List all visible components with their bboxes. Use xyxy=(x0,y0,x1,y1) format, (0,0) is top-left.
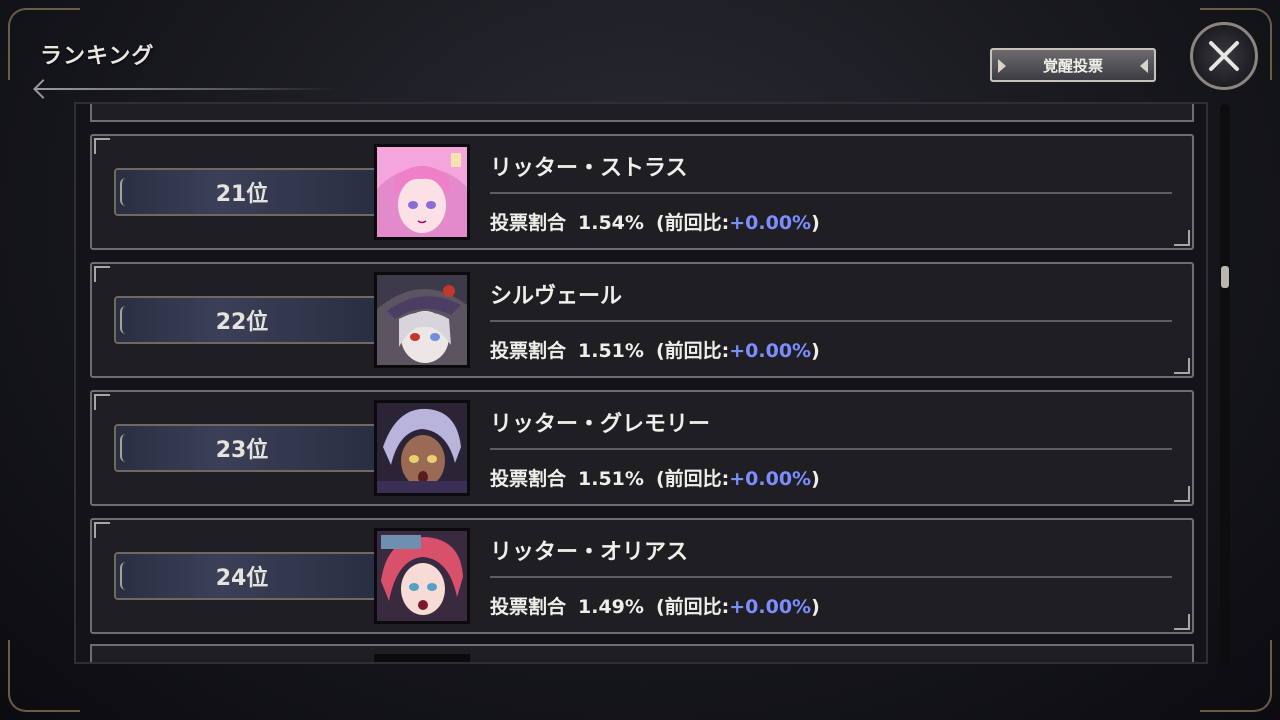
red-hair-avatar xyxy=(374,528,470,624)
row-divider xyxy=(490,320,1172,322)
ranking-row[interactable]: 23位 リッター・グレモリー 投票割合 1.51% (前回比:+0.00%) xyxy=(90,390,1194,506)
vote-percent: 1.51% xyxy=(578,468,644,490)
frame-ornament-bottom-right xyxy=(1200,640,1272,712)
prev-compare-label: (前回比: xyxy=(655,340,730,362)
character-name: リッター・グレモリー xyxy=(490,412,711,437)
vote-delta: +0.00% xyxy=(729,212,812,234)
ranking-list[interactable]: 21位 リッター・ストラス 投票割合 1.54% (前回比:+0.00%) 22位 xyxy=(74,102,1208,664)
vote-percent: 1.49% xyxy=(578,596,644,618)
character-name: シルヴェール xyxy=(490,284,623,309)
close-paren: ) xyxy=(811,468,820,490)
vote-share-label: 投票割合 xyxy=(490,468,567,490)
rank-label: 21位 xyxy=(215,182,269,207)
vote-delta: +0.00% xyxy=(729,468,812,490)
list-item-partial-bottom xyxy=(90,644,1194,662)
character-name: リッター・オリアス xyxy=(490,540,689,565)
vote-delta: +0.00% xyxy=(729,340,812,362)
row-divider xyxy=(490,192,1172,194)
title-underline xyxy=(36,88,336,90)
ranking-row[interactable]: 22位 シルヴェール 投票割合 1.51% (前回比:+0.00%) xyxy=(90,262,1194,378)
rank-label: 24位 xyxy=(215,566,269,591)
close-paren: ) xyxy=(811,596,820,618)
vote-stats: 投票割合 1.54% (前回比:+0.00%) xyxy=(490,208,820,235)
pink-hair-avatar xyxy=(374,144,470,240)
scrollbar-track[interactable] xyxy=(1220,104,1230,666)
close-paren: ) xyxy=(811,340,820,362)
rank-badge: 24位 xyxy=(114,552,376,600)
rank-badge: 23位 xyxy=(114,424,376,472)
vote-stats: 投票割合 1.49% (前回比:+0.00%) xyxy=(490,592,820,619)
row-divider xyxy=(490,576,1172,578)
close-paren: ) xyxy=(811,212,820,234)
ranking-row[interactable]: 24位 リッター・オリアス 投票割合 1.49% (前回比:+0.00%) xyxy=(90,518,1194,634)
vote-share-label: 投票割合 xyxy=(490,212,567,234)
prev-compare-label: (前回比: xyxy=(655,212,730,234)
vote-delta: +0.00% xyxy=(729,596,812,618)
rank-badge: 22位 xyxy=(114,296,376,344)
vote-stats: 投票割合 1.51% (前回比:+0.00%) xyxy=(490,464,820,491)
prev-compare-label: (前回比: xyxy=(655,468,730,490)
vote-share-label: 投票割合 xyxy=(490,596,567,618)
close-button[interactable] xyxy=(1190,22,1258,90)
character-name: リッター・ストラス xyxy=(490,156,688,181)
row-divider xyxy=(490,448,1172,450)
rank-label: 22位 xyxy=(215,310,269,335)
rank-badge: 21位 xyxy=(114,168,376,216)
awaken-vote-button[interactable]: 覚醒投票 xyxy=(990,48,1156,82)
close-icon xyxy=(1209,41,1239,71)
prev-compare-label: (前回比: xyxy=(655,596,730,618)
vote-share-label: 投票割合 xyxy=(490,340,567,362)
awaken-vote-label: 覚醒投票 xyxy=(1042,56,1103,75)
frame-ornament-bottom-left xyxy=(8,640,80,712)
list-item-partial-top xyxy=(90,104,1194,122)
silver-hair-hat-avatar xyxy=(374,272,470,368)
lavender-hair-avatar xyxy=(374,400,470,496)
vote-percent: 1.54% xyxy=(578,212,644,234)
vote-percent: 1.51% xyxy=(578,340,644,362)
rank-label: 23位 xyxy=(215,438,269,463)
vote-stats: 投票割合 1.51% (前回比:+0.00%) xyxy=(490,336,820,363)
ranking-row[interactable]: 21位 リッター・ストラス 投票割合 1.54% (前回比:+0.00%) xyxy=(90,134,1194,250)
scrollbar-thumb[interactable] xyxy=(1221,266,1229,288)
page-title: ランキング xyxy=(40,44,155,69)
